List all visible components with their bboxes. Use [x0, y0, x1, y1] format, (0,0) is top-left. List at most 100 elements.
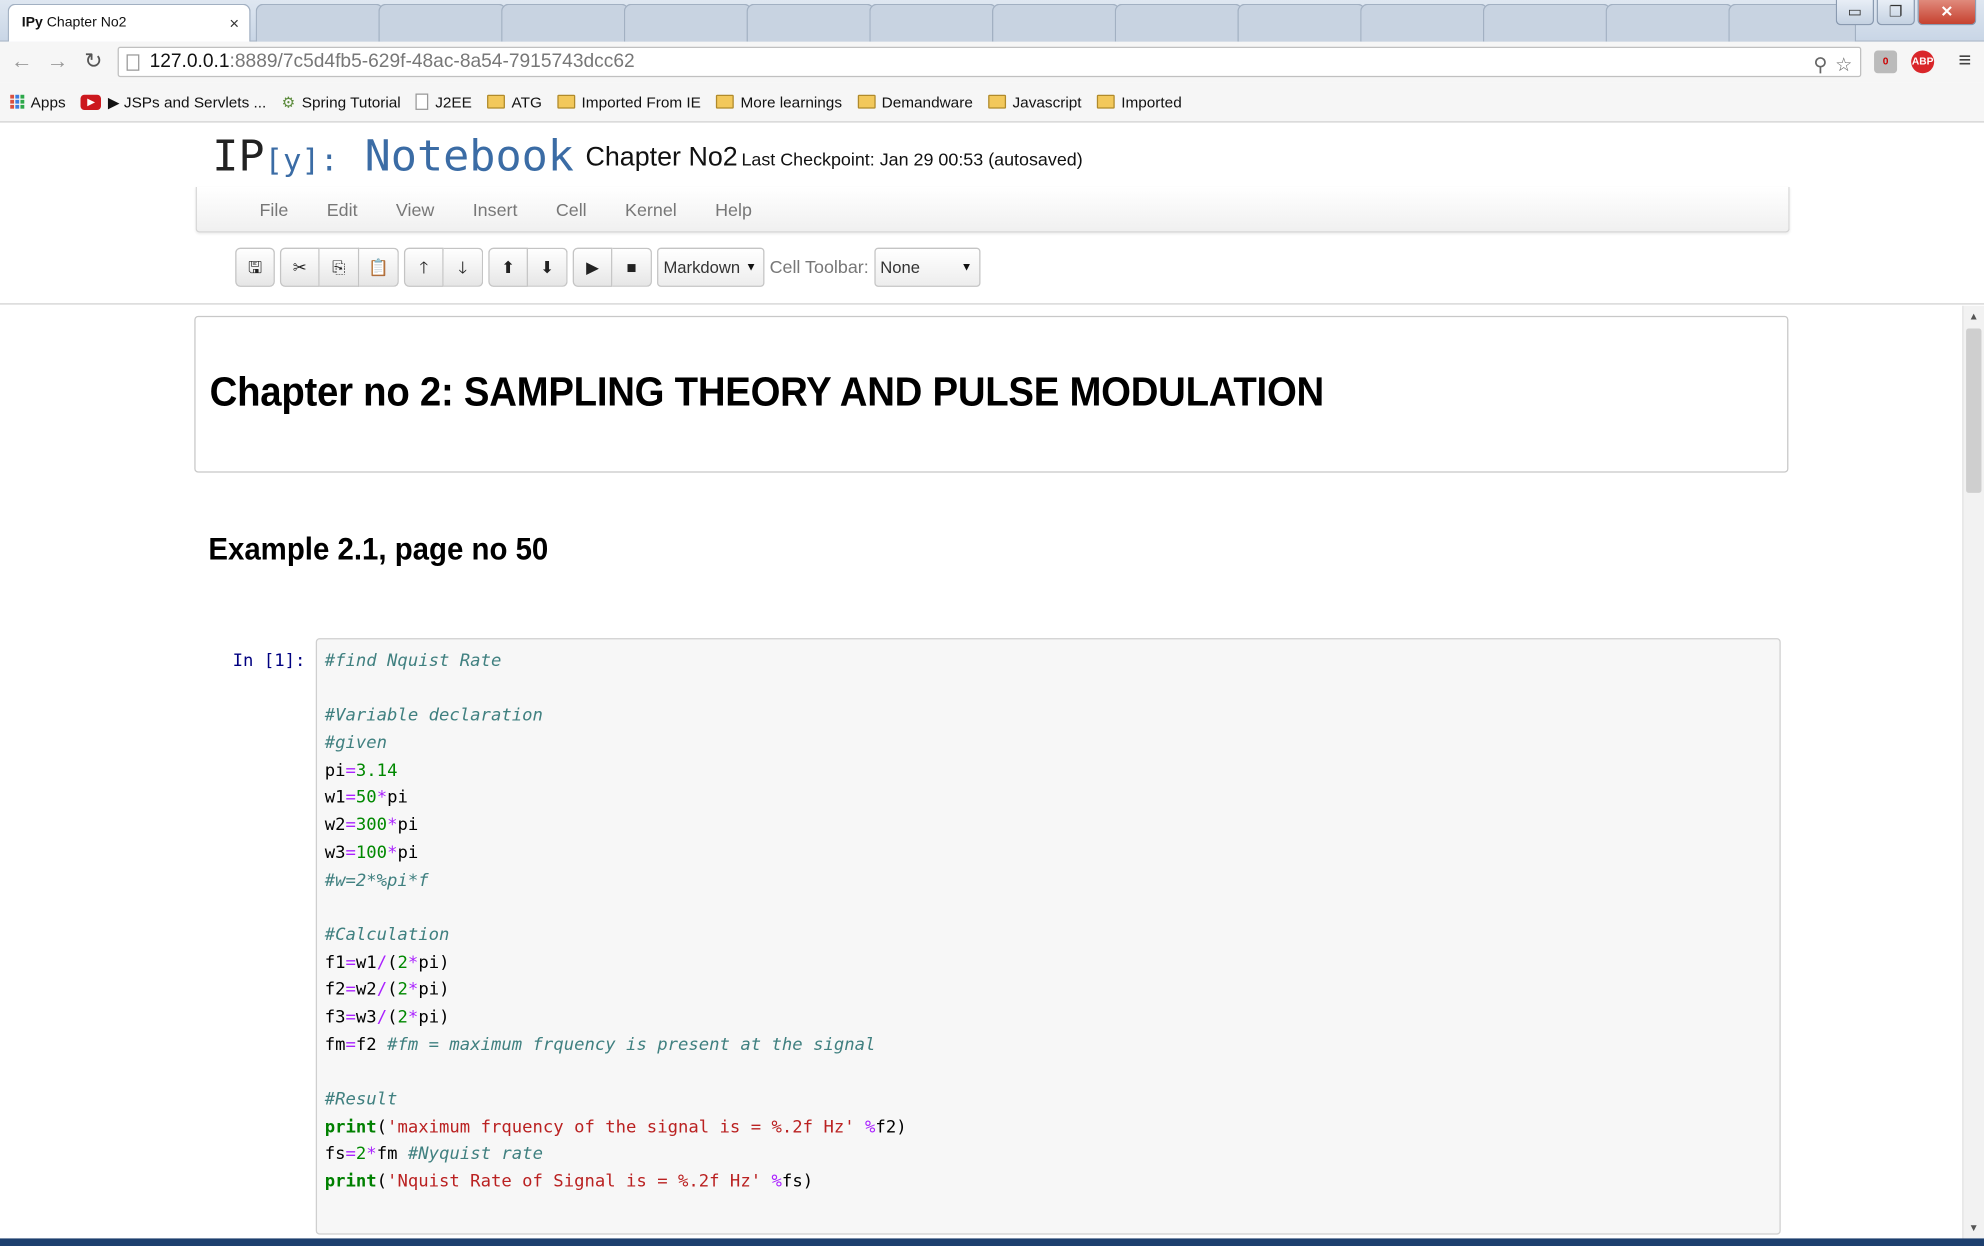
code-token: #find Nquist Rate: [324, 650, 502, 672]
logo-y: [y]:: [264, 142, 339, 179]
page-icon: [126, 54, 140, 71]
url-path: :8889/7c5d4fb5-629f-48ac-8a54-7915743dcc…: [229, 50, 635, 73]
inactive-tab[interactable]: [623, 3, 752, 42]
code-token: print: [324, 1116, 377, 1137]
code-cell-editor[interactable]: #find Nquist Rate #Variable declaration #g…: [315, 638, 1781, 1235]
move-up-icon[interactable]: 🡑: [403, 247, 444, 287]
inactive-tab[interactable]: [378, 3, 507, 42]
inactive-tab[interactable]: [869, 3, 998, 42]
bookmark-label: J2EE: [435, 92, 472, 111]
menu-help[interactable]: Help: [701, 199, 766, 219]
code-token: 300: [355, 815, 388, 836]
code-line: w1=50*pi: [325, 785, 1780, 812]
code-token: =: [345, 1034, 356, 1055]
stop-icon[interactable]: ■: [612, 247, 652, 287]
scroll-down-icon[interactable]: ▼: [1969, 1222, 1979, 1233]
menu-edit[interactable]: Edit: [313, 199, 372, 219]
example-heading[interactable]: Example 2.1, page no 50: [208, 531, 548, 568]
code-token: *: [407, 952, 419, 973]
forward-arrow-icon[interactable]: →: [45, 49, 71, 74]
code-token: *: [407, 1007, 419, 1028]
notebook-title[interactable]: Chapter No2: [585, 143, 737, 173]
code-token: fm: [376, 1144, 408, 1165]
ipython-logo[interactable]: IP[y]: Notebook: [212, 131, 574, 182]
code-token: 2: [397, 979, 408, 1000]
chrome-menu-icon[interactable]: ≡: [1952, 48, 1978, 73]
run-icon[interactable]: ▶: [572, 247, 613, 287]
code-token: print: [324, 1171, 377, 1192]
cell-toolbar-select[interactable]: None ▼: [873, 247, 980, 287]
extension-badge-icon[interactable]: 0: [1874, 50, 1898, 74]
bookmark-item[interactable]: J2EE: [416, 93, 472, 111]
adblock-icon[interactable]: ABP: [1911, 50, 1935, 74]
code-token: w2: [355, 979, 377, 1000]
code-token: 50: [355, 787, 377, 809]
tab-close-icon[interactable]: ×: [229, 14, 239, 33]
close-window-button[interactable]: ✕: [1917, 0, 1977, 26]
cell-toolbar-label: Cell Toolbar:: [769, 256, 869, 277]
inactive-tab[interactable]: [1605, 3, 1734, 42]
menu-view[interactable]: View: [382, 199, 449, 219]
code-token: 'Nquist Rate of Signal is = %.2f Hz': [387, 1171, 762, 1192]
menu-insert[interactable]: Insert: [459, 199, 532, 219]
code-token: w1: [324, 787, 346, 809]
menu-kernel[interactable]: Kernel: [611, 199, 691, 219]
code-token: 2: [397, 1007, 408, 1028]
inactive-tab[interactable]: [991, 3, 1120, 42]
cut-icon[interactable]: ✂: [279, 247, 320, 287]
code-token: =: [345, 760, 356, 781]
code-token: #Calculation: [324, 924, 450, 946]
cell-type-select[interactable]: Markdown ▼: [657, 247, 765, 287]
scrollbar-thumb[interactable]: [1966, 328, 1982, 493]
code-line: print('maximum frquency of the signal is…: [325, 1114, 1780, 1141]
back-arrow-icon[interactable]: ←: [9, 49, 35, 74]
inactive-tab[interactable]: [1482, 3, 1611, 42]
paste-icon[interactable]: 📋: [359, 247, 399, 287]
inactive-tab[interactable]: [501, 3, 629, 42]
inactive-tab[interactable]: [1360, 3, 1488, 42]
tab-chapter-no2[interactable]: IPy Chapter No2 ×: [7, 3, 251, 42]
copy-icon[interactable]: ⎘: [319, 247, 360, 287]
bookmark-item[interactable]: Demandware: [857, 93, 973, 111]
bookmark-item[interactable]: ATG: [487, 93, 542, 111]
omnibox-icons: ⚲ ☆: [1813, 52, 1852, 80]
code-token: #w=2*%pi*f: [324, 870, 429, 891]
code-token: fs: [324, 1144, 346, 1165]
move-down-icon[interactable]: 🡓: [443, 247, 484, 287]
insert-above-icon[interactable]: ⬆: [488, 247, 528, 287]
bookmark-item[interactable]: Imported From IE: [557, 93, 701, 111]
markdown-cell-heading[interactable]: Chapter no 2: SAMPLING THEORY AND PULSE …: [194, 315, 1789, 473]
bookmark-item[interactable]: ⚙ Spring Tutorial: [282, 93, 401, 111]
inactive-tab[interactable]: [255, 3, 384, 42]
chapter-heading: Chapter no 2: SAMPLING THEORY AND PULSE …: [209, 370, 1325, 416]
minimize-button[interactable]: ▭: [1835, 0, 1875, 26]
page-scrollbar[interactable]: ▲ ▼: [1962, 305, 1984, 1239]
cell-type-value: Markdown: [663, 257, 741, 277]
bookmark-star-icon[interactable]: ☆: [1835, 52, 1852, 80]
inactive-tab[interactable]: [746, 3, 875, 42]
code-token: =: [345, 952, 356, 973]
code-token: =: [345, 979, 356, 1000]
reload-icon[interactable]: ↻: [81, 49, 107, 74]
bookmark-item[interactable]: Imported: [1096, 93, 1182, 111]
bookmark-item[interactable]: Apps: [10, 93, 66, 111]
zoom-icon[interactable]: ⚲: [1813, 52, 1827, 80]
browser-tabstrip: IPy Chapter No2 × ▭ ❐ ✕: [0, 0, 1984, 42]
bookmark-item[interactable]: ▶ ▶ JSPs and Servlets ...: [80, 93, 266, 111]
url-field[interactable]: 127.0.0.1:8889/7c5d4fb5-629f-48ac-8a54-7…: [117, 46, 1862, 80]
save-icon[interactable]: 🖫: [235, 247, 275, 287]
code-token: f3: [324, 1007, 346, 1028]
bookmark-item[interactable]: More learnings: [716, 93, 842, 111]
maximize-button[interactable]: ❐: [1876, 0, 1915, 26]
folder-icon: [557, 94, 576, 109]
menu-cell[interactable]: Cell: [542, 199, 601, 219]
bookmark-item[interactable]: Javascript: [988, 93, 1082, 111]
menu-file[interactable]: File: [245, 199, 302, 219]
scroll-up-icon[interactable]: ▲: [1969, 311, 1979, 322]
code-line: f1=w1/(2*pi): [325, 950, 1780, 977]
inactive-tab[interactable]: [1114, 3, 1243, 42]
inactive-tab[interactable]: [1237, 3, 1366, 42]
insert-below-icon[interactable]: ⬇: [527, 247, 568, 287]
